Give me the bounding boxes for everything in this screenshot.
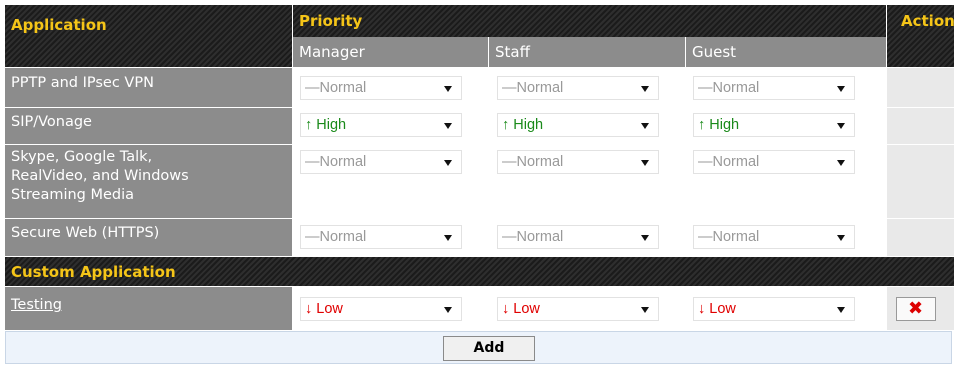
header-priority-label: Priority — [299, 12, 363, 30]
priority-value: High — [316, 117, 347, 133]
chevron-down-icon — [641, 235, 649, 241]
priority-select-sip-manager[interactable]: ↑ High — [300, 113, 462, 137]
priority-symbol: ↓ — [502, 301, 510, 317]
priority-value: Normal — [516, 154, 564, 170]
close-x-icon: ✖ — [908, 298, 924, 319]
chevron-down-icon — [837, 123, 845, 129]
priority-value: Normal — [516, 80, 564, 96]
priority-value: Normal — [319, 154, 367, 170]
app-label-line: RealVideo, and Windows — [11, 168, 189, 184]
app-label-pptp: PPTP and IPsec VPN — [5, 68, 292, 107]
priority-value: Low — [316, 301, 343, 317]
app-label-https: Secure Web (HTTPS) — [5, 219, 292, 256]
priority-value: Low — [513, 301, 540, 317]
chevron-down-icon — [837, 235, 845, 241]
priority-value: Normal — [319, 80, 367, 96]
priority-value: High — [513, 117, 544, 133]
priority-value: Normal — [712, 229, 760, 245]
column-staff: Staff — [489, 37, 685, 67]
action-cell — [887, 108, 954, 144]
priority-select-testing-staff[interactable]: ↓ Low — [497, 297, 659, 321]
priority-select-pptp-manager[interactable]: —Normal — [300, 76, 462, 100]
chevron-down-icon — [641, 307, 649, 313]
priority-symbol: ↑ — [698, 117, 706, 133]
priority-select-https-staff[interactable]: —Normal — [497, 225, 659, 249]
priority-select-testing-guest[interactable]: ↓ Low — [693, 297, 855, 321]
priority-select-pptp-guest[interactable]: —Normal — [693, 76, 855, 100]
priority-select-pptp-staff[interactable]: —Normal — [497, 76, 659, 100]
action-cell — [887, 145, 954, 218]
priority-select-https-manager[interactable]: —Normal — [300, 225, 462, 249]
chevron-down-icon — [444, 123, 452, 129]
custom-app-link-testing[interactable]: Testing — [11, 297, 62, 313]
priority-select-testing-manager[interactable]: ↓ Low — [300, 297, 462, 321]
priority-value: High — [709, 117, 740, 133]
priority-select-https-guest[interactable]: —Normal — [693, 225, 855, 249]
priority-value: Normal — [516, 229, 564, 245]
priority-select-sip-staff[interactable]: ↑ High — [497, 113, 659, 137]
priority-symbol: — — [305, 154, 320, 170]
header-priority: Priority — [293, 5, 886, 37]
header-action-label: Action — [901, 12, 954, 30]
priority-symbol: — — [305, 80, 320, 96]
chevron-down-icon — [641, 160, 649, 166]
priority-select-skype-staff[interactable]: —Normal — [497, 150, 659, 174]
action-cell — [887, 68, 954, 107]
priority-select-skype-manager[interactable]: —Normal — [300, 150, 462, 174]
header-application: Application — [5, 5, 292, 67]
column-guest: Guest — [686, 37, 886, 67]
chevron-down-icon — [641, 86, 649, 92]
chevron-down-icon — [837, 86, 845, 92]
priority-symbol: — — [502, 154, 517, 170]
priority-value: Normal — [319, 229, 367, 245]
priority-symbol: — — [502, 229, 517, 245]
header-action: Action — [887, 5, 954, 67]
priority-symbol: ↑ — [502, 117, 510, 133]
priority-symbol: — — [698, 154, 713, 170]
chevron-down-icon — [641, 123, 649, 129]
app-label-sip: SIP/Vonage — [5, 108, 292, 144]
priority-symbol: ↑ — [305, 117, 313, 133]
header-application-label: Application — [11, 16, 107, 34]
column-manager: Manager — [293, 37, 488, 67]
priority-symbol: — — [502, 80, 517, 96]
priority-symbol: ↓ — [698, 301, 706, 317]
app-label-line: Skype, Google Talk, — [11, 149, 153, 165]
action-cell — [887, 219, 954, 256]
chevron-down-icon — [837, 160, 845, 166]
priority-value: Normal — [712, 154, 760, 170]
chevron-down-icon — [444, 86, 452, 92]
priority-symbol: — — [305, 229, 320, 245]
priority-select-skype-guest[interactable]: —Normal — [693, 150, 855, 174]
qos-priority-table: Application Priority Action Manager Staf… — [0, 0, 954, 366]
chevron-down-icon — [837, 307, 845, 313]
chevron-down-icon — [444, 160, 452, 166]
add-row-bar: Add — [5, 331, 952, 364]
custom-application-title: Custom Application — [11, 263, 176, 281]
priority-select-sip-guest[interactable]: ↑ High — [693, 113, 855, 137]
app-label-line: Streaming Media — [11, 187, 135, 203]
priority-value: Normal — [712, 80, 760, 96]
priority-symbol: ↓ — [305, 301, 313, 317]
chevron-down-icon — [444, 235, 452, 241]
chevron-down-icon — [444, 307, 452, 313]
priority-value: Low — [709, 301, 736, 317]
custom-application-header: Custom Application — [5, 257, 954, 286]
app-label-skype: Skype, Google Talk, RealVideo, and Windo… — [5, 145, 292, 218]
priority-symbol: — — [698, 80, 713, 96]
delete-button[interactable]: ✖ — [896, 297, 936, 321]
priority-symbol: — — [698, 229, 713, 245]
add-button[interactable]: Add — [443, 336, 535, 361]
